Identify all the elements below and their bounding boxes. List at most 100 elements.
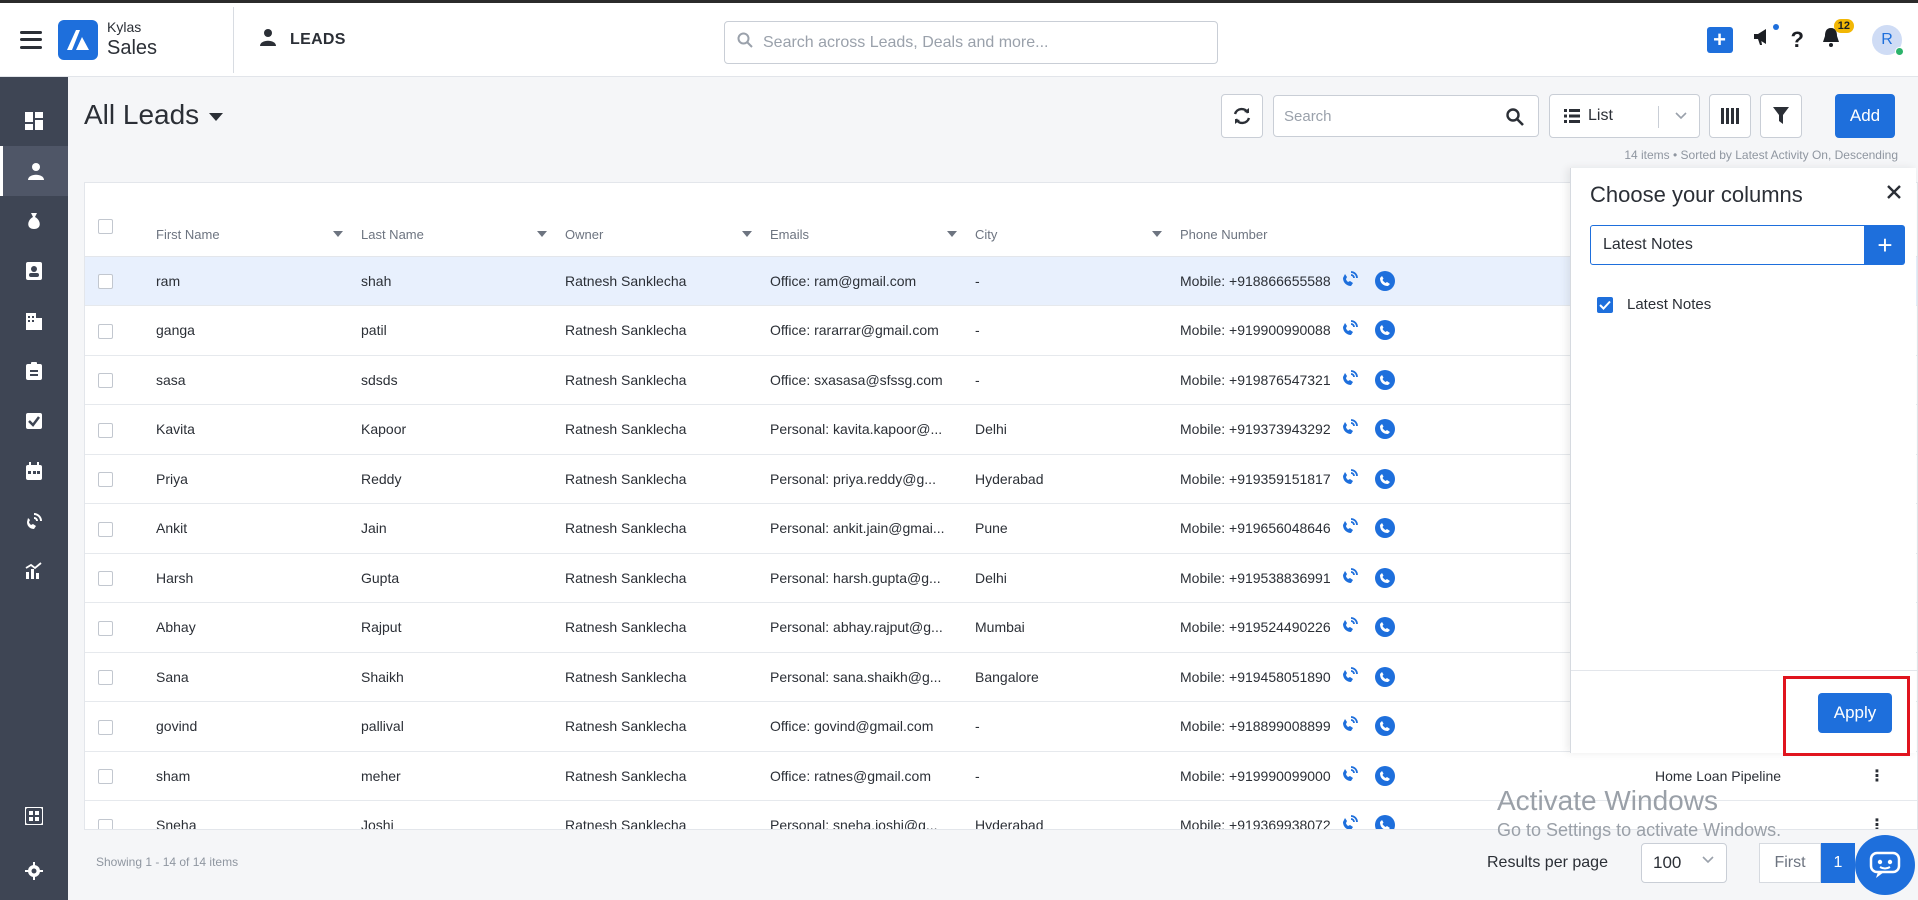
sidebar-item-calendar[interactable]: [0, 446, 68, 496]
phone-ring-icon[interactable]: [1341, 418, 1359, 440]
columns-button[interactable]: [1709, 94, 1751, 138]
sidebar-item-contacts[interactable]: [0, 246, 68, 296]
phone-ring-icon[interactable]: [1341, 814, 1359, 829]
sidebar-item-reports[interactable]: [0, 346, 68, 396]
sidebar-item-deals[interactable]: [0, 196, 68, 246]
column-header-last-name[interactable]: Last Name: [361, 183, 565, 257]
column-header-city[interactable]: City: [975, 183, 1180, 257]
first-name-cell[interactable]: Ankit: [156, 503, 361, 554]
call-icon[interactable]: [1374, 666, 1395, 687]
first-name-cell[interactable]: Kavita: [156, 404, 361, 455]
close-button[interactable]: [1886, 184, 1902, 205]
row-checkbox[interactable]: [98, 571, 113, 587]
chat-support-button[interactable]: [1855, 835, 1915, 895]
filter-button[interactable]: [1760, 94, 1802, 138]
call-icon[interactable]: [1374, 468, 1395, 489]
call-icon[interactable]: [1374, 419, 1395, 440]
bell-icon[interactable]: 12: [1822, 19, 1854, 53]
kebab-menu-icon[interactable]: ⋮: [1869, 768, 1885, 785]
first-name-cell[interactable]: Harsh: [156, 553, 361, 603]
call-icon[interactable]: [1374, 567, 1395, 588]
row-checkbox[interactable]: [98, 670, 113, 686]
sort-caret-icon[interactable]: [537, 230, 547, 237]
column-header-first-name[interactable]: First Name: [156, 183, 361, 257]
sidebar-item-calls[interactable]: [0, 496, 68, 546]
results-per-page-select[interactable]: 100: [1641, 843, 1727, 883]
quick-add-button[interactable]: +: [1706, 27, 1733, 53]
phone-ring-icon[interactable]: [1341, 616, 1359, 638]
first-name-cell[interactable]: ram: [156, 256, 361, 306]
select-all-checkbox[interactable]: [98, 218, 113, 234]
column-header-emails[interactable]: Emails: [770, 183, 975, 257]
view-selector[interactable]: All Leads: [84, 99, 224, 131]
sort-caret-icon[interactable]: [1152, 230, 1162, 237]
call-icon[interactable]: [1374, 270, 1395, 291]
phone-ring-icon[interactable]: [1341, 517, 1359, 539]
help-icon[interactable]: ?: [1791, 27, 1804, 53]
kebab-menu-icon[interactable]: ⋮: [1869, 817, 1885, 829]
page-1-button[interactable]: 1: [1821, 843, 1855, 883]
row-checkbox[interactable]: [98, 521, 113, 537]
row-checkbox[interactable]: [98, 323, 113, 339]
menu-icon[interactable]: [20, 28, 52, 52]
view-mode-select[interactable]: List: [1549, 94, 1700, 138]
add-column-button[interactable]: +: [1865, 225, 1905, 265]
sidebar-item-analytics[interactable]: [0, 546, 68, 596]
phone-ring-icon[interactable]: [1341, 270, 1359, 292]
sidebar-item-companies[interactable]: [0, 296, 68, 346]
first-page-button[interactable]: First: [1759, 843, 1821, 883]
phone-ring-icon[interactable]: [1341, 468, 1359, 490]
first-name-cell[interactable]: sham: [156, 751, 361, 801]
call-icon[interactable]: [1374, 617, 1395, 638]
apply-button[interactable]: Apply: [1818, 693, 1892, 733]
phone-ring-icon[interactable]: [1341, 666, 1359, 688]
first-name-cell[interactable]: Priya: [156, 454, 361, 504]
first-name-cell[interactable]: Sneha: [156, 800, 361, 829]
row-checkbox[interactable]: [98, 472, 113, 488]
row-checkbox[interactable]: [98, 769, 113, 785]
dashboard-icon: [25, 112, 43, 130]
call-icon[interactable]: [1374, 815, 1395, 829]
column-search-input[interactable]: [1590, 225, 1865, 265]
row-checkbox[interactable]: [98, 373, 113, 389]
column-option-latest-notes[interactable]: Latest Notes: [1597, 296, 1711, 313]
sidebar-item-leads[interactable]: [0, 146, 68, 196]
phone-ring-icon[interactable]: [1341, 567, 1359, 589]
sidebar-item-dashboard[interactable]: [0, 96, 68, 146]
call-icon[interactable]: [1374, 716, 1395, 737]
sidebar-item-tasks[interactable]: [0, 396, 68, 446]
kylas-logo[interactable]: [58, 19, 98, 60]
refresh-button[interactable]: [1221, 94, 1263, 138]
phone-ring-icon[interactable]: [1341, 319, 1359, 341]
global-search-input[interactable]: Search across Leads, Deals and more...: [724, 21, 1218, 64]
call-icon[interactable]: [1374, 369, 1395, 390]
sort-caret-icon[interactable]: [947, 230, 957, 237]
column-header-owner[interactable]: Owner: [565, 183, 770, 257]
first-name-cell[interactable]: Abhay: [156, 602, 361, 653]
row-checkbox[interactable]: [98, 274, 113, 290]
first-name-cell[interactable]: govind: [156, 701, 361, 752]
list-search-input[interactable]: Search: [1273, 95, 1539, 137]
row-checkbox[interactable]: [98, 719, 113, 735]
sidebar-item-settings[interactable]: [0, 848, 68, 894]
sort-caret-icon[interactable]: [333, 230, 343, 237]
row-checkbox[interactable]: [98, 422, 113, 438]
first-name-cell[interactable]: Sana: [156, 652, 361, 702]
avatar[interactable]: R: [1872, 25, 1904, 56]
sort-caret-icon[interactable]: [742, 230, 752, 237]
phone-ring-icon[interactable]: [1341, 369, 1359, 391]
city-cell: Bangalore: [975, 652, 1180, 702]
add-lead-button[interactable]: Add: [1835, 94, 1895, 138]
first-name-cell[interactable]: sasa: [156, 355, 361, 405]
call-icon[interactable]: [1374, 765, 1395, 786]
call-icon[interactable]: [1374, 518, 1395, 539]
call-icon[interactable]: [1374, 320, 1395, 341]
row-checkbox[interactable]: [98, 818, 113, 829]
phone-ring-icon[interactable]: [1341, 765, 1359, 787]
megaphone-icon[interactable]: [1753, 24, 1779, 52]
checkbox-checked-icon[interactable]: [1597, 296, 1613, 313]
first-name-cell[interactable]: ganga: [156, 305, 361, 356]
phone-ring-icon[interactable]: [1341, 715, 1359, 737]
row-checkbox[interactable]: [98, 620, 113, 636]
sidebar-item-apps[interactable]: [0, 793, 68, 839]
